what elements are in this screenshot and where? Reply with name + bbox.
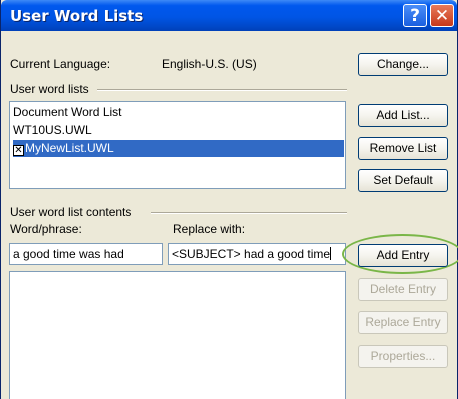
list-item[interactable]: WT10US.UWL [13, 122, 92, 139]
replace-entry-button: Replace Entry [358, 311, 448, 334]
close-icon: ✕ [434, 5, 450, 26]
dialog-title: User Word Lists [10, 7, 144, 25]
delete-entry-button: Delete Entry [358, 278, 448, 301]
current-language-value: English-U.S. (US) [162, 57, 257, 71]
text-caret [330, 247, 332, 260]
add-list-button[interactable]: Add List... [358, 104, 448, 127]
group-divider [151, 212, 347, 214]
group-divider [97, 89, 347, 91]
word-phrase-input[interactable]: a good time was had [9, 243, 163, 265]
title-bar[interactable]: User Word Lists ? ✕ [1, 0, 457, 31]
list-item-label: MyNewList.UWL [25, 141, 114, 155]
word-list-contents-listbox[interactable] [9, 271, 346, 399]
list-item-selected[interactable]: ✕ MyNewList.UWL [13, 140, 344, 157]
current-language-label: Current Language: [10, 57, 111, 71]
add-entry-button[interactable]: Add Entry [358, 244, 448, 267]
replace-with-input[interactable]: <SUBJECT> had a good time [168, 243, 346, 265]
list-item-label: Document Word List [13, 105, 122, 119]
word-phrase-value: a good time was had [13, 247, 124, 261]
word-phrase-label: Word/phrase: [10, 222, 82, 236]
replace-with-value: <SUBJECT> had a good time [172, 247, 331, 261]
user-word-lists-dialog: User Word Lists ? ✕ Current Language: En… [0, 0, 458, 399]
remove-list-button[interactable]: Remove List [358, 137, 448, 160]
checked-checkbox-icon[interactable]: ✕ [13, 145, 24, 156]
close-button[interactable]: ✕ [430, 4, 454, 27]
properties-button: Properties... [358, 345, 448, 368]
replace-with-label: Replace with: [173, 222, 246, 236]
list-item-label: WT10US.UWL [13, 123, 92, 137]
change-language-button[interactable]: Change... [358, 53, 448, 76]
set-default-button[interactable]: Set Default [358, 169, 448, 192]
help-icon: ? [410, 5, 420, 26]
list-item[interactable]: Document Word List [13, 104, 122, 121]
help-button[interactable]: ? [403, 4, 427, 27]
user-word-lists-listbox[interactable]: Document Word List WT10US.UWL ✕ MyNewList… [9, 101, 346, 189]
word-list-contents-label: User word list contents [10, 205, 132, 219]
user-word-lists-label: User word lists [10, 82, 89, 96]
